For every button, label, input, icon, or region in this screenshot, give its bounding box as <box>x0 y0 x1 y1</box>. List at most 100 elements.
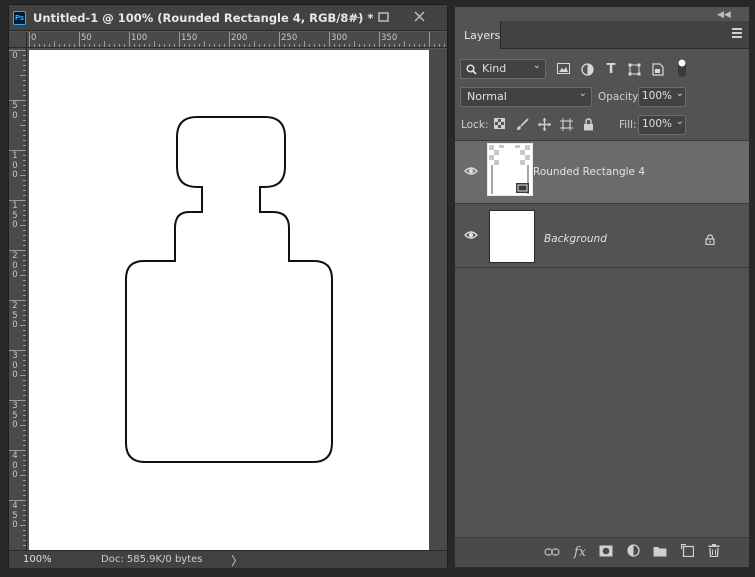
layer-thumbnail-background[interactable] <box>489 210 535 263</box>
ruler-tick <box>214 44 215 47</box>
ruler-tick <box>23 245 26 246</box>
ruler-tick <box>274 44 275 47</box>
ruler-tick <box>9 250 26 251</box>
layer-row-background[interactable]: Background <box>455 205 749 268</box>
ruler-tick <box>204 41 205 47</box>
link-layers-icon[interactable] <box>543 544 561 562</box>
ruler-tick <box>23 190 26 191</box>
document-canvas[interactable] <box>29 50 429 550</box>
filter-kind-dropdown[interactable]: Kind ⌄ <box>460 59 546 79</box>
collapse-panels-icon[interactable]: ◀◀ <box>717 10 731 20</box>
ruler-label-h: 150 <box>181 33 198 43</box>
close-window-button[interactable] <box>409 9 429 25</box>
ruler-tick <box>54 41 55 47</box>
ruler-tick <box>23 255 26 256</box>
ruler-tick <box>23 155 26 156</box>
ruler-tick <box>354 41 355 47</box>
ruler-tick <box>284 44 285 47</box>
document-titlebar[interactable]: Ps Untitled-1 @ 100% (Rounded Rectangle … <box>9 5 447 31</box>
ruler-tick <box>23 145 26 146</box>
maximize-button[interactable] <box>373 9 393 25</box>
delete-icon[interactable] <box>705 544 723 562</box>
tab-layers[interactable]: Layers <box>455 21 501 49</box>
ruler-tick <box>339 44 340 47</box>
opacity-field[interactable]: 100% ⌄ <box>638 87 686 107</box>
document-title: Untitled-1 @ 100% (Rounded Rectangle 4, … <box>33 11 374 25</box>
adjustment-layer-icon[interactable] <box>624 544 642 562</box>
shape-thumbnail-icon <box>489 145 531 194</box>
ruler-label-h: 100 <box>131 33 148 43</box>
fill-label: Fill: <box>619 119 637 131</box>
layer-row-rounded-rectangle-4[interactable]: Rounded Rectangle 4 <box>455 141 749 204</box>
lock-image-pixels-icon[interactable] <box>515 118 529 132</box>
image-filter-icon[interactable] <box>556 63 570 77</box>
ruler-tick <box>144 44 145 47</box>
type-filter-icon[interactable]: T <box>604 63 618 77</box>
blend-mode-value: Normal <box>467 90 507 103</box>
blend-mode-dropdown[interactable]: Normal ⌄ <box>460 87 592 107</box>
status-menu-arrow[interactable]: 〉 <box>231 552 243 569</box>
ruler-tick <box>79 32 80 47</box>
adjustment-filter-icon[interactable] <box>580 63 594 77</box>
lock-position-icon[interactable] <box>537 118 551 132</box>
rounded-rectangle-shape[interactable] <box>125 116 333 463</box>
ruler-tick <box>23 395 26 396</box>
ruler-tick <box>23 235 26 236</box>
new-layer-icon[interactable] <box>678 543 696 562</box>
ruler-tick <box>349 44 350 47</box>
ruler-label-h: 300 <box>331 33 348 43</box>
ruler-label-v: 200 <box>12 251 18 280</box>
ruler-origin[interactable] <box>9 32 27 48</box>
ruler-tick <box>23 440 26 441</box>
lock-all-icon[interactable] <box>581 118 595 132</box>
ruler-tick <box>139 44 140 47</box>
ruler-tick <box>23 535 26 536</box>
ruler-tick <box>169 44 170 47</box>
ruler-tick <box>23 65 26 66</box>
ruler-tick <box>69 44 70 47</box>
ruler-tick <box>279 32 280 47</box>
ruler-tick <box>304 41 305 47</box>
ruler-tick <box>23 80 26 81</box>
lock-artboard-icon[interactable] <box>559 118 573 132</box>
ruler-tick <box>414 44 415 47</box>
vertical-ruler[interactable]: 0 50 100 150 200 250 300 350 400 450 <box>9 48 27 553</box>
ruler-tick <box>23 465 26 466</box>
layer-name[interactable]: Rounded Rectangle 4 <box>533 166 645 178</box>
ruler-tick <box>9 300 26 301</box>
add-mask-icon[interactable] <box>597 544 615 562</box>
ruler-tick <box>23 540 26 541</box>
ruler-tick <box>364 44 365 47</box>
shape-filter-icon[interactable] <box>627 63 641 77</box>
ruler-tick <box>199 44 200 47</box>
ruler-tick <box>9 350 26 351</box>
ruler-tick <box>23 355 26 356</box>
ruler-tick <box>20 375 26 376</box>
canvas-area[interactable] <box>28 49 447 553</box>
minimize-button[interactable]: — <box>345 9 365 25</box>
filter-toggle-icon[interactable] <box>675 58 689 80</box>
zoom-level[interactable]: 100% <box>23 554 52 565</box>
lock-transparent-pixels-icon[interactable] <box>492 118 506 132</box>
new-group-icon[interactable] <box>651 544 669 562</box>
ruler-tick <box>20 225 26 226</box>
vertical-scrollbar[interactable] <box>429 49 447 553</box>
smart-object-filter-icon[interactable] <box>651 63 665 77</box>
horizontal-ruler[interactable]: 0 50 100 150 200 250 300 350 <box>27 32 447 48</box>
ruler-tick <box>124 44 125 47</box>
layer-thumbnail-shape[interactable] <box>487 143 533 196</box>
eye-icon[interactable] <box>464 166 478 176</box>
layer-name[interactable]: Background <box>544 233 607 245</box>
ruler-tick <box>119 44 120 47</box>
ruler-label-v: 0 <box>12 51 18 61</box>
ruler-tick <box>59 44 60 47</box>
panel-tab-bar: Layers <box>455 21 749 49</box>
fill-field[interactable]: 100% ⌄ <box>638 115 686 135</box>
panel-menu-icon[interactable] <box>732 28 742 40</box>
fx-icon[interactable]: fx <box>571 544 589 562</box>
ruler-label-h: 0 <box>31 33 37 43</box>
lock-label: Lock: <box>461 119 489 131</box>
eye-icon[interactable] <box>464 230 478 240</box>
ruler-tick <box>23 490 26 491</box>
ruler-tick <box>399 44 400 47</box>
